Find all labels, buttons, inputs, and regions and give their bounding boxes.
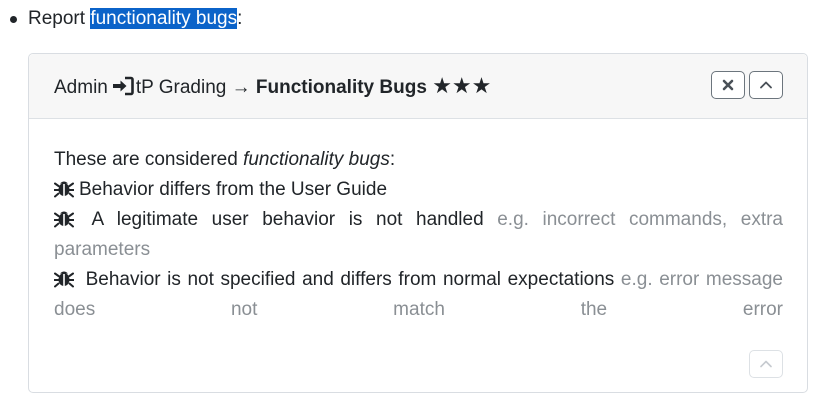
- bug-item-text: Behavior is not specified and differs fr…: [85, 269, 615, 290]
- intro-prefix: Report: [28, 8, 91, 29]
- bug-item-text: A legitimate user behavior is not handle…: [91, 209, 484, 230]
- collapse-button[interactable]: [749, 71, 783, 99]
- bullet-dot: [10, 16, 17, 23]
- bug-icon: [53, 208, 75, 228]
- star-rating: ★★★: [432, 73, 492, 98]
- intro-bullet: Report functionality bugs:: [0, 4, 825, 34]
- selected-text[interactable]: functionality bugs: [90, 8, 238, 29]
- sign-in-icon: [112, 76, 134, 96]
- bug-item: Behavior differs from the User Guide: [53, 175, 783, 205]
- close-button[interactable]: [711, 71, 745, 99]
- bug-item: A legitimate user behavior is not handle…: [53, 205, 783, 265]
- intro-suffix: :: [237, 8, 243, 29]
- chevron-up-icon: [760, 360, 772, 368]
- chevron-up-icon: [760, 81, 772, 89]
- title-functionality-bugs: Functionality Bugs: [255, 77, 427, 98]
- body-lead: These are considered functionality bugs:: [54, 149, 396, 170]
- title-admin: Admin: [54, 77, 108, 98]
- footer-collapse-button[interactable]: [749, 350, 783, 378]
- panel-header[interactable]: Admin tP Grading → Functionality Bugs ★★★: [29, 54, 807, 119]
- bug-icon: [53, 178, 75, 198]
- bug-item: Behavior is not specified and differs fr…: [53, 265, 783, 325]
- bullet-list: Report functionality bugs:: [0, 4, 825, 34]
- panel-body: These are considered functionality bugs:…: [53, 145, 783, 325]
- info-panel: Admin tP Grading → Functionality Bugs ★★★…: [28, 53, 808, 393]
- bug-icon: [53, 268, 75, 288]
- lead-emphasis: functionality bugs: [243, 149, 390, 170]
- close-icon: [722, 79, 734, 91]
- panel-title: Admin tP Grading → Functionality Bugs ★★★: [54, 73, 491, 101]
- bug-item-text: Behavior differs from the User Guide: [79, 179, 388, 200]
- title-tp-grading: tP Grading →: [135, 77, 256, 98]
